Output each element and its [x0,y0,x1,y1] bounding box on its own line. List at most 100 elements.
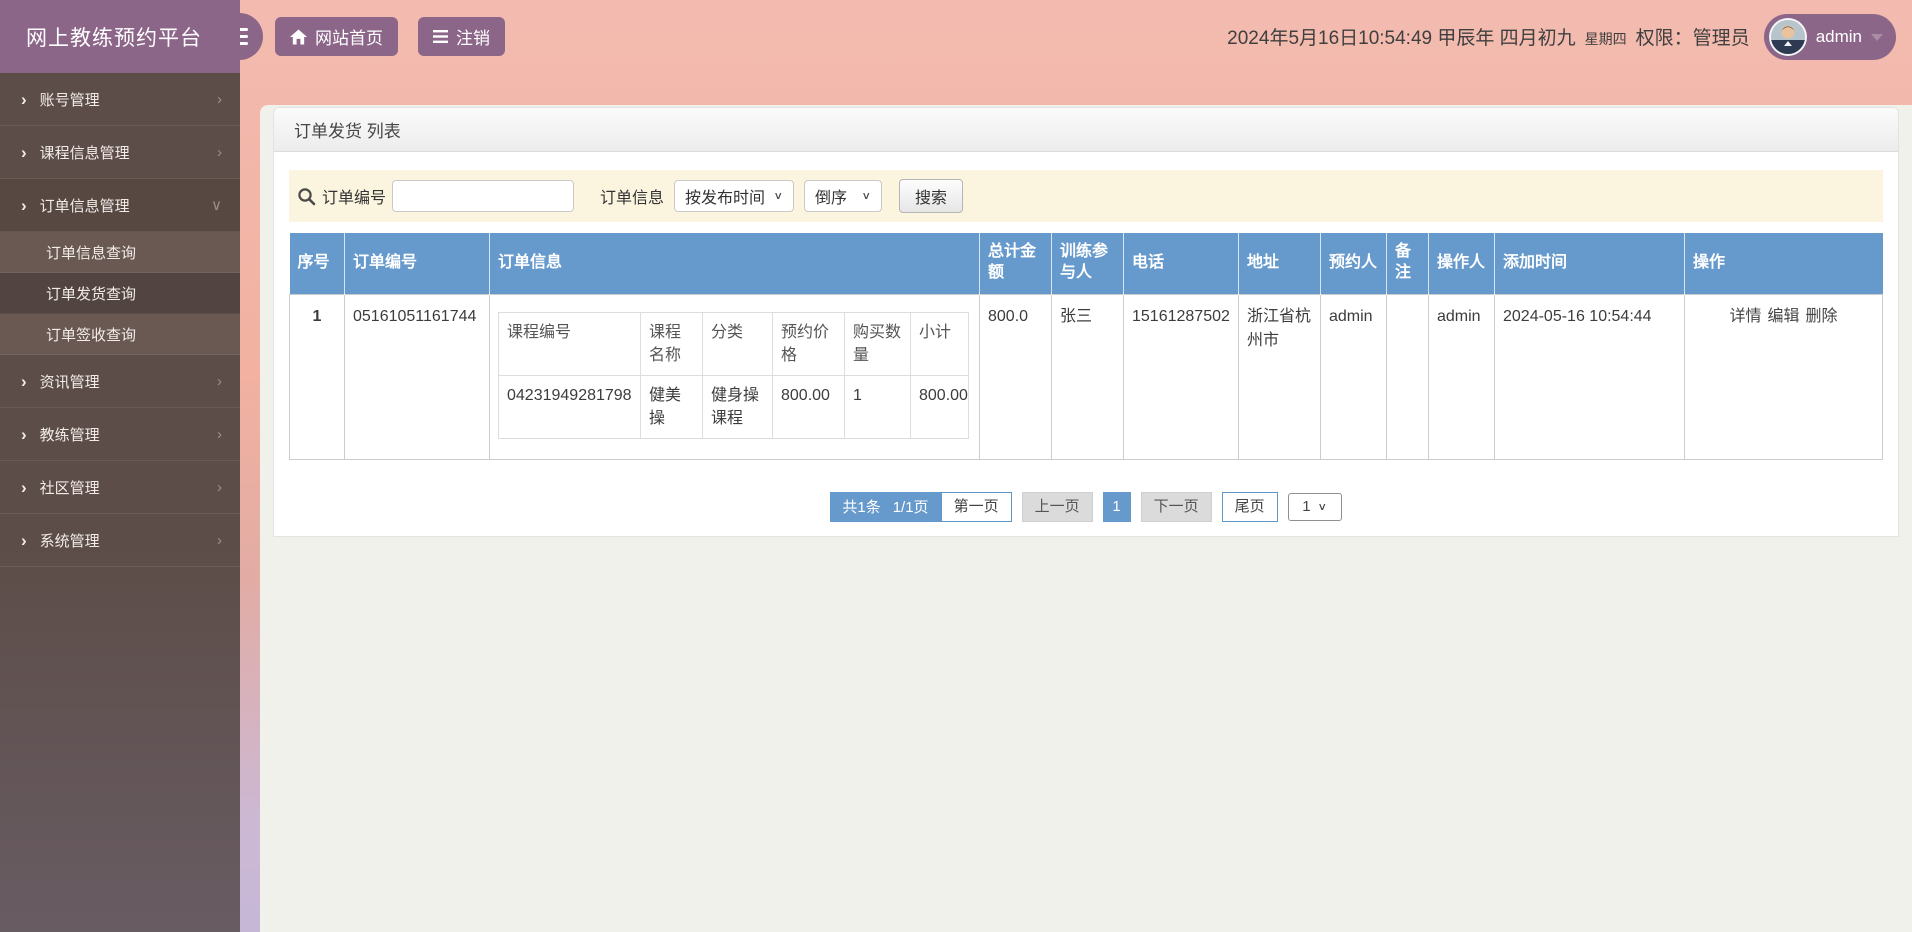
order-no-label: 订单编号 [322,190,387,207]
page-number-select[interactable]: 1 ∨ [1287,492,1342,521]
weekday-text: 星期四 [1584,31,1627,47]
cell-phone: 15161287502 [1123,293,1239,460]
chevron-right-icon: › [217,531,222,549]
chevron-right-icon: › [217,90,222,108]
chevron-right-icon: › [21,89,27,109]
date-lunar-text: 2024年5月16日10:54:49 甲辰年 四月初九 [1227,28,1576,49]
page-select-value: 1 [1302,498,1311,515]
item-price: 800.00 [772,374,845,440]
sidebar-item-label: 账号管理 [39,91,100,109]
sidebar-subitem-label: 订单发货查询 [46,285,137,303]
edit-link[interactable]: 编辑 [1767,308,1799,325]
cell-booker: admin [1320,293,1387,460]
panel-header: 订单发货 列表 [274,108,1898,152]
sidebar-item-account-mgmt[interactable]: › 账号管理 › [0,73,240,126]
item-course-name: 健美操 [640,374,703,440]
sidebar-item-community-mgmt[interactable]: › 社区管理 › [0,461,240,514]
cell-order-info: 课程编号 课程名称 分类 预约价格 购买数量 小计 04231949281798… [489,293,980,460]
sort-field-select[interactable]: 按发布时间 ∨ [674,180,795,212]
col-actions: 操作 [1684,233,1883,294]
delete-link[interactable]: 删除 [1806,308,1838,325]
sidebar-item-label: 资讯管理 [39,373,100,391]
orders-table: 序号 订单编号 订单信息 总计金额 训练参与人 电话 地址 预约人 备注 操作人… [289,233,1883,460]
search-button[interactable]: 搜索 [899,179,964,213]
datetime-text: 2024年5月16日10:54:49 甲辰年 四月初九 星期四 权限：管理员 [1227,23,1750,50]
sidebar-item-order-receipt-query[interactable]: 订单签收查询 [0,314,240,355]
cell-total: 800.0 [979,293,1052,460]
sidebar-item-label: 课程信息管理 [39,144,130,162]
home-button-label: 网站首页 [315,29,383,48]
sidebar-item-label: 教练管理 [39,426,100,444]
sort-dir-select[interactable]: 倒序 ∨ [804,180,883,212]
page-count-label: 1/1页 [892,499,929,516]
chevron-down-icon [1871,33,1883,47]
cell-address: 浙江省杭州市 [1238,293,1321,460]
sidebar-item-coach-mgmt[interactable]: › 教练管理 › [0,408,240,461]
sidebar-item-label: 系统管理 [39,532,100,550]
cell-order-no: 05161051161744 [344,293,490,460]
header-nav: 网站首页 注销 [275,17,505,56]
role-text: 权限：管理员 [1635,28,1750,49]
sidebar-item-order-info-query[interactable]: 订单信息查询 [0,232,240,273]
home-button[interactable]: 网站首页 [275,17,398,56]
list-panel: 订单发货 列表 订单编号 订单信息 按发布时间 ∨ 倒序 ∨ 搜索 序号 订单编… [273,107,1899,537]
current-page-button[interactable]: 1 [1102,491,1131,522]
chevron-right-icon: › [217,478,222,496]
cell-remark [1386,293,1429,460]
sort-dir-value: 倒序 [815,190,848,207]
item-col-category: 分类 [702,311,773,376]
username-label: admin [1815,26,1862,46]
table-row: 1 05161051161744 课程编号 课程名称 分类 预约价格 购买数量 … [289,293,1883,460]
chevron-right-icon: › [21,477,27,497]
sort-field-value: 按发布时间 [685,190,766,207]
sidebar-item-course-info-mgmt[interactable]: › 课程信息管理 › [0,126,240,179]
search-icon [297,187,316,206]
chevron-right-icon: › [21,371,27,391]
sidebar-item-order-info-mgmt[interactable]: › 订单信息管理 ∨ [0,179,240,232]
pagination: 共1条 1/1页 第一页 上一页 1 下一页 尾页 1 ∨ [289,491,1883,522]
logout-button-label: 注销 [456,29,490,48]
item-col-qty: 购买数量 [844,311,911,376]
col-operator: 操作人 [1428,233,1495,294]
logout-button[interactable]: 注销 [418,17,505,56]
brand-block: 网上教练预约平台 [0,0,240,73]
col-added-time: 添加时间 [1494,233,1685,294]
order-items-header-row: 课程编号 课程名称 分类 预约价格 购买数量 小计 [498,311,969,376]
sidebar-item-label: 社区管理 [39,479,100,497]
cell-index: 1 [289,293,345,460]
sidebar-item-news-mgmt[interactable]: › 资讯管理 › [0,355,240,408]
col-booker: 预约人 [1320,233,1387,294]
chevron-right-icon: › [21,530,27,550]
user-menu[interactable]: admin [1763,13,1896,60]
content-area: 订单发货 列表 订单编号 订单信息 按发布时间 ∨ 倒序 ∨ 搜索 序号 订单编… [260,105,1912,932]
col-order-info: 订单信息 [489,233,980,294]
detail-link[interactable]: 详情 [1729,308,1761,325]
sidebar-item-order-delivery-query[interactable]: 订单发货查询 [0,273,240,314]
cell-operator: admin [1428,293,1495,460]
list-icon [433,30,448,43]
sidebar-item-system-mgmt[interactable]: › 系统管理 › [0,514,240,567]
app-title: 网上教练预约平台 [26,26,202,50]
col-order-no: 订单编号 [344,233,490,294]
item-col-course-name: 课程名称 [640,311,703,376]
item-col-course-no: 课程编号 [498,311,641,376]
col-address: 地址 [1238,233,1321,294]
last-page-button[interactable]: 尾页 [1221,491,1278,522]
order-no-input[interactable] [392,180,575,212]
chevron-down-icon: ∨ [211,197,222,214]
chevron-right-icon: › [21,424,27,444]
top-header: 网上教练预约平台 网站首页 注销 2024年5月16日10:54:49 甲辰年 … [0,0,1912,73]
total-count-label: 共1条 [842,499,881,516]
col-remark: 备注 [1386,233,1429,294]
next-page-button[interactable]: 下一页 [1140,491,1212,522]
chevron-right-icon: › [217,425,222,443]
first-page-button[interactable]: 第一页 [940,491,1012,522]
cell-actions: 详情 编辑 删除 [1684,293,1883,460]
panel-body: 订单编号 订单信息 按发布时间 ∨ 倒序 ∨ 搜索 序号 订单编号 订单信息 总… [274,152,1898,522]
col-phone: 电话 [1123,233,1239,294]
chevron-right-icon: › [21,195,27,215]
chevron-right-icon: › [217,372,222,390]
item-col-subtotal: 小计 [910,311,969,376]
prev-page-button[interactable]: 上一页 [1021,491,1093,522]
item-col-price: 预约价格 [772,311,845,376]
